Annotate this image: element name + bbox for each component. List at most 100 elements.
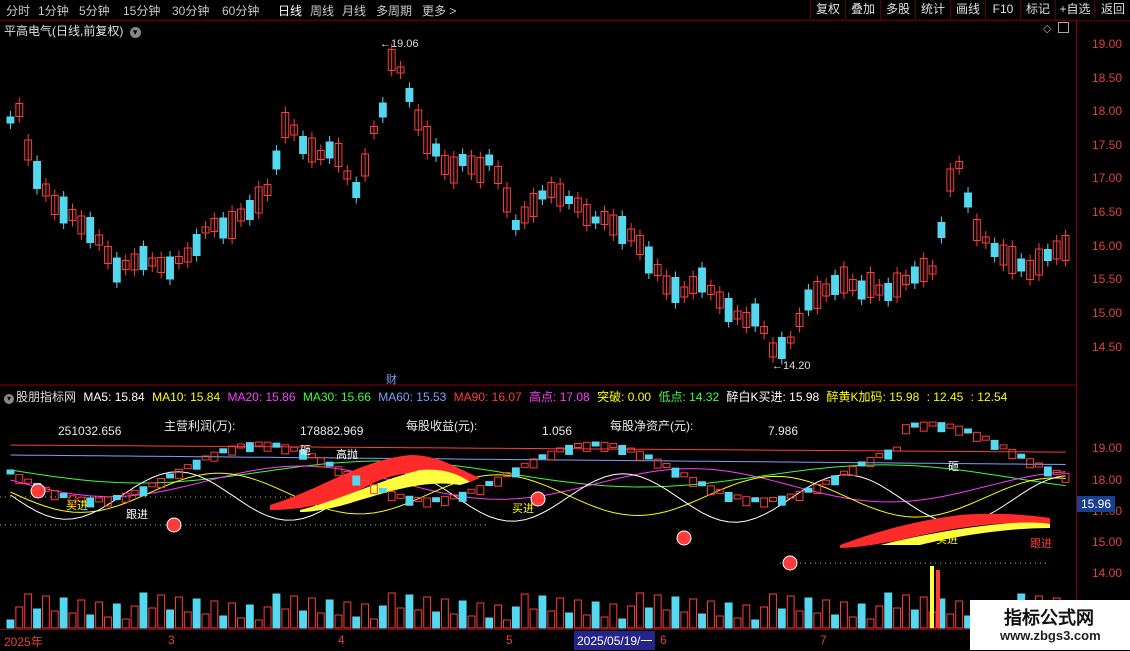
eps-value: 1.056 — [542, 424, 573, 438]
volume-bar — [183, 611, 192, 629]
indicator-candle — [999, 444, 1008, 450]
indicator-candle — [769, 496, 777, 502]
indicator-candle — [476, 485, 485, 496]
date-label: 7 — [820, 633, 827, 647]
indicator-candle — [724, 492, 733, 503]
y-tick: 16.50 — [1092, 205, 1123, 219]
indicator-candle — [192, 459, 201, 470]
indicator-candle — [609, 443, 618, 449]
revenue-label: 主营利润(万): — [164, 419, 236, 433]
indicator-candle — [937, 422, 946, 433]
indicator-candle — [981, 435, 990, 441]
volume-bar — [715, 615, 724, 629]
volume-bar — [86, 614, 95, 629]
y-tick: 15.00 — [1092, 306, 1123, 320]
volume-bar — [831, 614, 839, 629]
volume-bar — [77, 599, 86, 629]
candle-body — [698, 267, 706, 293]
candle-body — [405, 88, 414, 102]
volume-bar — [157, 594, 166, 629]
volume-bar — [875, 605, 884, 629]
indicator-candle — [582, 441, 591, 452]
indicator-candle — [760, 497, 769, 508]
candle-body — [857, 280, 866, 300]
volume-bar — [59, 597, 68, 629]
indicator-candle — [95, 497, 104, 503]
volume-bar — [201, 613, 210, 629]
indicator-candle — [777, 495, 786, 506]
revenue-value-1: 251032.656 — [58, 424, 122, 438]
volume-bar — [724, 602, 733, 629]
signal-ball-icon — [166, 517, 182, 533]
volume-bar — [166, 609, 174, 629]
maximize-icon[interactable] — [1058, 22, 1069, 33]
candle-body — [245, 200, 254, 220]
volume-bar — [192, 598, 201, 629]
indicator-candle — [1035, 462, 1043, 468]
volume-bar — [148, 607, 157, 629]
candle-body — [644, 246, 653, 274]
indicator-candle — [573, 443, 582, 449]
volume-bar — [343, 601, 352, 629]
indicator-candle — [1043, 466, 1052, 477]
candle-body — [565, 196, 573, 204]
high-point-value: 高点: 17.08 — [529, 390, 590, 404]
chevron-down-icon[interactable]: ▾ — [129, 27, 141, 38]
volume-bar — [130, 605, 139, 629]
volume-bar — [6, 619, 15, 629]
candle-body — [432, 143, 440, 157]
ma5-value: MA5: 15.84 — [83, 390, 145, 404]
candle-body — [591, 216, 600, 224]
date-label: 2025年 — [4, 635, 43, 649]
indicator-candle — [485, 481, 494, 487]
breakout-value: 突破: 0.00 — [597, 390, 652, 404]
candle-body — [166, 256, 174, 280]
volume-bar — [121, 618, 130, 629]
kline-chart-canvas[interactable] — [0, 0, 1130, 650]
ma60-value: MA60: 15.53 — [378, 390, 447, 404]
volume-bar — [689, 598, 698, 629]
volume-bar — [857, 603, 866, 629]
volume-bar — [636, 592, 644, 629]
y-tick: 17.00 — [1092, 171, 1123, 185]
volume-bar — [529, 608, 538, 629]
candle-body — [325, 141, 334, 159]
volume-bar — [139, 592, 148, 629]
volume-bar — [609, 603, 618, 629]
candle-body — [831, 275, 839, 295]
low-price-value: 14.20 — [783, 360, 811, 372]
bvps-label: 每股净资产(元): — [610, 419, 694, 433]
financial-report-marker[interactable]: 财 — [386, 371, 397, 387]
volume-bar — [476, 602, 485, 629]
volume-bar — [653, 594, 662, 629]
y-tick: 15.50 — [1092, 272, 1123, 286]
indicator-candle — [130, 489, 139, 495]
volume-bar — [503, 619, 511, 629]
volume-bar — [414, 609, 423, 629]
volume-bar — [272, 593, 281, 629]
indicator-candle — [600, 441, 609, 452]
indicator-candle — [458, 491, 467, 502]
indicator-candle — [245, 442, 254, 453]
volume-bar — [591, 601, 600, 629]
volume-bar — [742, 604, 751, 629]
indicator-candle — [440, 496, 449, 507]
volume-bar — [769, 593, 777, 629]
watermark-url: www.zbgs3.com — [1000, 628, 1101, 643]
volume-bar — [706, 600, 715, 629]
diamond-icon[interactable]: ◇ — [1043, 22, 1051, 35]
volume-bar — [884, 592, 893, 629]
indicator-candle — [405, 495, 414, 506]
indicator-candle — [884, 449, 893, 460]
volume-bar — [485, 617, 494, 629]
volume-bar — [361, 603, 370, 629]
indicator-menu-icon[interactable]: ▾ — [4, 394, 14, 404]
indicator-candle — [946, 423, 955, 429]
candle-body — [671, 277, 680, 303]
candle-body — [192, 234, 201, 256]
indicator-candle — [848, 465, 857, 476]
low-point-value: 低点: 14.32 — [658, 390, 720, 404]
volume-bar — [760, 606, 769, 629]
candle-body — [538, 190, 547, 200]
volume-bar — [698, 613, 706, 629]
